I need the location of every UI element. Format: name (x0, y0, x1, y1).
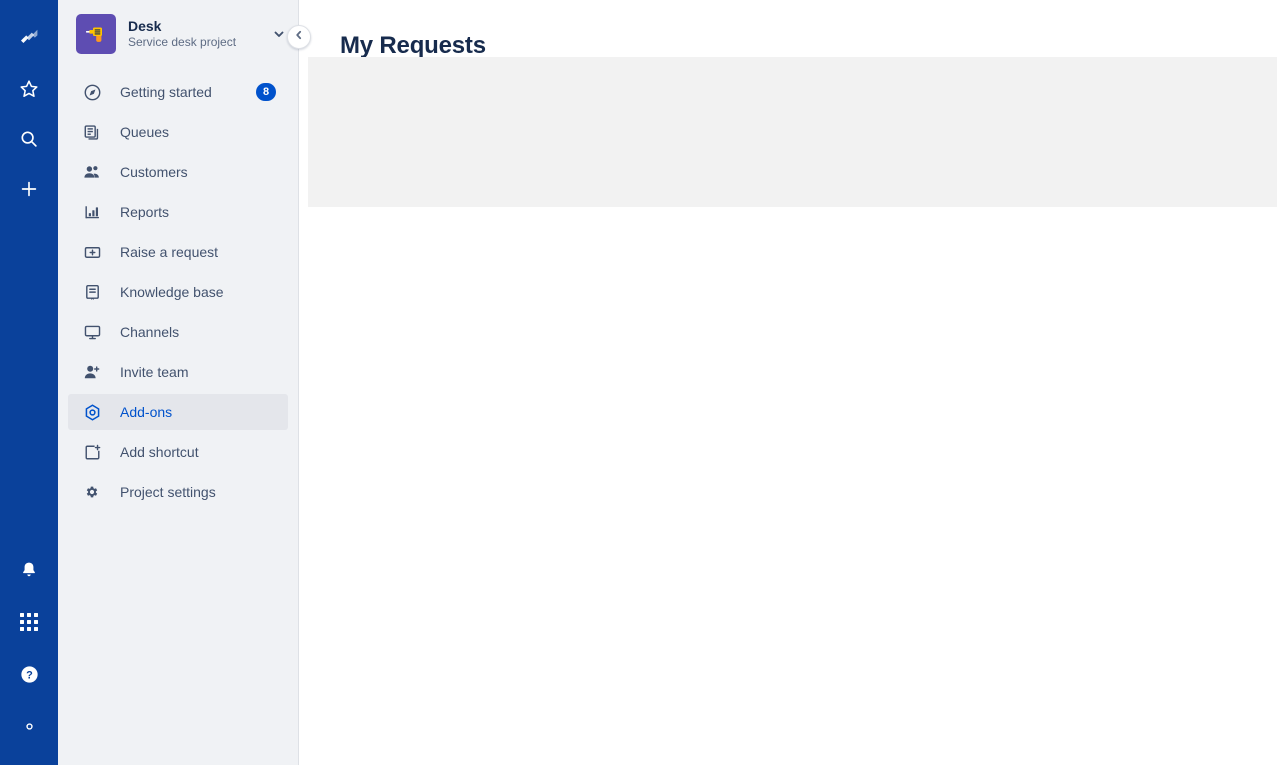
sidebar-item-customers[interactable]: Customers (68, 154, 288, 190)
sidebar-item-label: Channels (120, 324, 180, 340)
sidebar-item-project-settings[interactable]: Project settings (68, 474, 288, 510)
settings-icon[interactable] (12, 709, 46, 743)
sidebar-item-label: Knowledge base (120, 284, 224, 300)
sidebar-item-raise-a-request[interactable]: Raise a request (68, 234, 288, 270)
help-icon[interactable]: ? (12, 657, 46, 691)
app-root: ? Desk Service desk project Getting star… (0, 0, 1277, 765)
sidebar-item-queues[interactable]: Queues (68, 114, 288, 150)
invite-team-icon (82, 362, 102, 382)
sidebar-item-label: Project settings (120, 484, 216, 500)
sidebar-item-add-ons[interactable]: Add-ons (68, 394, 288, 430)
project-sidebar: Desk Service desk project Getting starte… (58, 0, 299, 765)
chevron-down-icon[interactable] (272, 27, 288, 41)
sidebar-item-knowledge-base[interactable]: Knowledge base (68, 274, 288, 310)
sidebar-item-label: Getting started (120, 84, 212, 100)
chevron-left-icon (293, 28, 305, 46)
sidebar-item-label: Invite team (120, 364, 189, 380)
jira-logo[interactable] (12, 22, 46, 56)
project-settings-icon (82, 482, 102, 502)
app-switcher-icon[interactable] (12, 605, 46, 639)
sidebar-item-label: Reports (120, 204, 170, 220)
sidebar-item-label: Queues (120, 124, 170, 140)
sidebar-nav: Getting started 8 Queues Customers Repor… (58, 74, 298, 510)
queues-icon (82, 122, 102, 142)
collapse-sidebar-button[interactable] (287, 25, 311, 49)
sidebar-item-label: Add-ons (120, 404, 173, 420)
add-shortcut-icon (82, 442, 102, 462)
rail-bottom-group: ? (0, 553, 58, 743)
sidebar-item-label: Add shortcut (120, 444, 199, 460)
project-meta: Desk Service desk project (128, 18, 260, 51)
sidebar-item-label: Raise a request (120, 244, 219, 260)
project-avatar (76, 14, 116, 54)
svg-text:?: ? (26, 669, 33, 681)
rail-top-group (12, 0, 46, 206)
search-icon[interactable] (12, 122, 46, 156)
status-badge: 8 (256, 83, 276, 101)
channels-icon (82, 322, 102, 342)
compass-icon (82, 82, 102, 102)
product-rail: ? (0, 0, 58, 765)
sidebar-item-channels[interactable]: Channels (68, 314, 288, 350)
addons-icon (82, 402, 102, 422)
sidebar-item-getting-started[interactable]: Getting started 8 (68, 74, 288, 110)
sidebar-item-label: Customers (120, 164, 188, 180)
customers-icon (82, 162, 102, 182)
knowledge-base-icon (82, 282, 102, 302)
project-type: Service desk project (128, 35, 237, 50)
notifications-icon[interactable] (12, 553, 46, 587)
sidebar-item-invite-team[interactable]: Invite team (68, 354, 288, 390)
create-icon[interactable] (12, 172, 46, 206)
requests-panel-placeholder (308, 57, 1277, 207)
project-name: Desk (128, 17, 162, 34)
project-switcher[interactable]: Desk Service desk project (58, 0, 298, 64)
main-content: My Requests (299, 0, 1277, 765)
sidebar-item-reports[interactable]: Reports (68, 194, 288, 230)
raise-request-icon (82, 242, 102, 262)
reports-icon (82, 202, 102, 222)
starred-icon[interactable] (12, 72, 46, 106)
sidebar-item-add-shortcut[interactable]: Add shortcut (68, 434, 288, 470)
